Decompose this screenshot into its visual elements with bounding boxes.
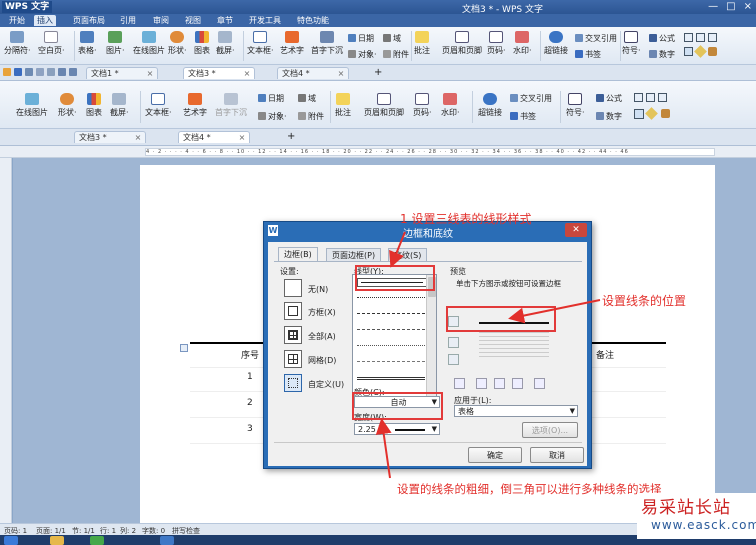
arrow-to-preview — [508, 299, 601, 324]
explorer-icon[interactable] — [50, 536, 64, 545]
watermark-site-name: 易采站长站 — [641, 498, 731, 518]
arrow-to-width — [375, 418, 392, 479]
annotation-arrows — [375, 231, 601, 479]
browser-icon[interactable] — [90, 536, 104, 545]
arrow-to-line-style — [389, 231, 406, 268]
watermark-url: www.easck.com — [651, 518, 756, 532]
site-watermark: 易采站长站 www.easck.com — [637, 493, 756, 539]
start-icon[interactable] — [4, 536, 18, 545]
wps-taskbar-icon[interactable] — [160, 536, 174, 545]
